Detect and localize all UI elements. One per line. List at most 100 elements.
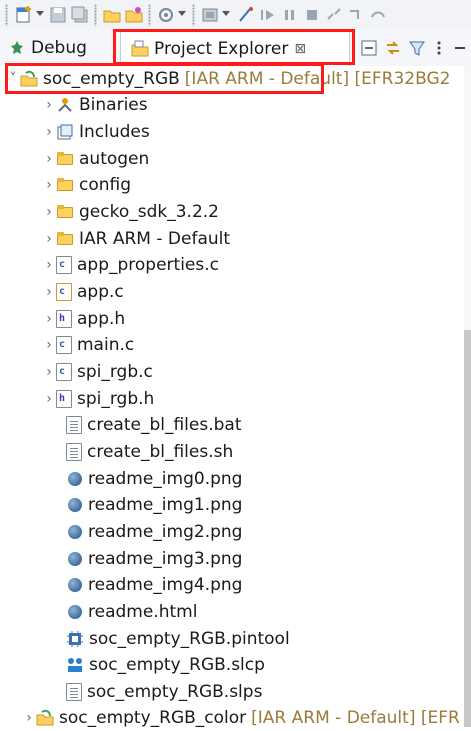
tree-item-autogen[interactable]: › autogen [42, 146, 149, 172]
project-explorer-icon [131, 40, 149, 56]
toolbar-grip[interactable] [192, 4, 195, 26]
terminate-icon[interactable] [302, 5, 322, 25]
tree-item-label: main.c [77, 335, 135, 355]
toolbar-grip[interactable] [94, 4, 97, 26]
tree-item-label: readme_img3.png [88, 549, 243, 569]
folder-icon [56, 150, 74, 168]
scrollbar-thumb[interactable] [464, 330, 471, 727]
toolbar-grip[interactable] [5, 4, 8, 26]
view-menu-icon[interactable] [432, 38, 446, 58]
collapsed-chevron-icon[interactable]: › [42, 124, 56, 140]
text-file-icon [66, 416, 82, 434]
c-file-icon: c [56, 363, 72, 381]
text-file-icon [66, 443, 82, 461]
tree-item-slps[interactable]: soc_empty_RGB.slps [66, 679, 262, 705]
tree-item-label: spi_rgb.c [77, 362, 153, 382]
tree-item-label: app.c [77, 282, 124, 302]
collapsed-chevron-icon[interactable]: › [42, 177, 56, 193]
collapsed-chevron-icon[interactable]: › [42, 97, 56, 113]
collapsed-chevron-icon[interactable]: › [22, 710, 36, 726]
filter-icon[interactable] [408, 38, 426, 58]
tree-item-pintool[interactable]: soc_empty_RGB.pintool [66, 626, 290, 652]
tab-project-explorer[interactable]: Project Explorer ⊠ [120, 30, 350, 66]
save-icon[interactable] [48, 5, 68, 25]
tree-item-label: app.h [77, 309, 126, 329]
collapsed-chevron-icon[interactable]: › [42, 337, 56, 353]
tree-item-app-h[interactable]: › h app.h [42, 306, 125, 332]
tree-item-slcp[interactable]: soc_empty_RGB.slcp [66, 652, 265, 678]
tab-label-debug: Debug [31, 38, 87, 58]
suspend-icon[interactable] [280, 5, 300, 25]
collapse-all-icon[interactable] [360, 38, 378, 58]
project-node-soc-empty-rgb[interactable]: ˅ soc_empty_RGB [IAR ARM - Default] [EFR… [6, 66, 451, 92]
tree-item-app-properties-c[interactable]: › c app_properties.c [42, 252, 219, 278]
step-over-icon[interactable] [368, 5, 388, 25]
tree-item-label: create_bl_files.sh [87, 442, 234, 462]
tree-item-app-c[interactable]: › c app.c [42, 279, 124, 305]
tree-item-spi-rgb-c[interactable]: › c spi_rgb.c [42, 359, 153, 385]
new-dropdown-icon[interactable] [36, 11, 44, 16]
debug-icon[interactable] [236, 5, 256, 25]
tree-item-readme-html[interactable]: readme.html [68, 599, 197, 625]
tree-item-readme-img2[interactable]: readme_img2.png [68, 519, 242, 545]
project-icon [20, 70, 38, 87]
tree-item-label: create_bl_files.bat [87, 415, 242, 435]
tree-item-binaries[interactable]: › Binaries [42, 92, 148, 118]
collapsed-chevron-icon[interactable]: › [42, 231, 56, 247]
main-toolbar [0, 0, 471, 31]
image-file-icon [68, 498, 82, 512]
build-dropdown-icon[interactable] [178, 11, 186, 16]
disconnect-icon[interactable] [324, 5, 344, 25]
expanded-chevron-icon[interactable]: ˅ [6, 71, 20, 87]
collapsed-chevron-icon[interactable]: › [42, 391, 56, 407]
collapsed-chevron-icon[interactable]: › [42, 204, 56, 220]
debug-perspective-icon [11, 41, 23, 54]
new-file-icon[interactable] [14, 5, 34, 25]
slcp-icon [68, 658, 82, 672]
open-project-icon[interactable] [124, 5, 144, 25]
tree-item-includes[interactable]: › Includes [42, 119, 150, 145]
tree-item-label: Binaries [79, 95, 148, 115]
open-folder-icon[interactable] [102, 5, 122, 25]
close-tab-icon[interactable]: ⊠ [294, 41, 306, 57]
tree-item-spi-rgb-h[interactable]: › h spi_rgb.h [42, 386, 154, 412]
tree-item-readme-img1[interactable]: readme_img1.png [68, 492, 242, 518]
tree-item-create-bl-files-bat[interactable]: create_bl_files.bat [66, 412, 242, 438]
tree-item-label: spi_rgb.h [77, 389, 155, 409]
c-file-icon: c [56, 336, 72, 354]
tree-item-readme-img0[interactable]: readme_img0.png [68, 466, 242, 492]
tree-item-create-bl-files-sh[interactable]: create_bl_files.sh [66, 439, 233, 465]
project-name: soc_empty_RGB_color [59, 708, 247, 728]
flash-dropdown-icon[interactable] [222, 11, 230, 16]
h-file-icon: h [56, 390, 72, 408]
collapsed-chevron-icon[interactable]: › [42, 257, 56, 273]
c-file-icon: c [56, 256, 72, 274]
tab-label-project-explorer: Project Explorer [154, 38, 289, 59]
folder-icon [56, 230, 74, 248]
save-all-icon[interactable] [70, 5, 90, 25]
tree-item-gecko-sdk[interactable]: › gecko_sdk_3.2.2 [42, 199, 219, 225]
tree-item-label: IAR ARM - Default [79, 229, 231, 249]
tab-debug[interactable]: Debug [8, 30, 112, 66]
collapsed-chevron-icon[interactable]: › [42, 284, 56, 300]
tree-item-main-c[interactable]: › c main.c [42, 332, 134, 358]
tree-item-config[interactable]: › config [42, 172, 131, 198]
link-with-editor-icon[interactable] [384, 38, 402, 58]
collapsed-chevron-icon[interactable]: › [42, 311, 56, 327]
tree-item-label: autogen [79, 149, 150, 169]
collapsed-chevron-icon[interactable]: › [42, 364, 56, 380]
tree-item-iar-arm-default[interactable]: › IAR ARM - Default [42, 226, 230, 252]
tree-item-label: soc_empty_RGB.pintool [89, 629, 290, 649]
tree-item-readme-img3[interactable]: readme_img3.png [68, 546, 242, 572]
tree-item-readme-img4[interactable]: readme_img4.png [68, 572, 242, 598]
step-into-icon[interactable] [346, 5, 366, 25]
tree-item-label: app_properties.c [77, 255, 220, 275]
resume-icon[interactable] [258, 5, 278, 25]
project-icon [36, 709, 54, 726]
build-icon[interactable] [156, 5, 176, 25]
project-node-soc-empty-rgb-color[interactable]: › soc_empty_RGB_color [IAR ARM - Default… [22, 705, 460, 731]
minimize-icon[interactable] [452, 38, 468, 58]
collapsed-chevron-icon[interactable]: › [42, 151, 56, 167]
flash-icon[interactable] [200, 5, 220, 25]
toolbar-grip[interactable] [148, 4, 151, 26]
